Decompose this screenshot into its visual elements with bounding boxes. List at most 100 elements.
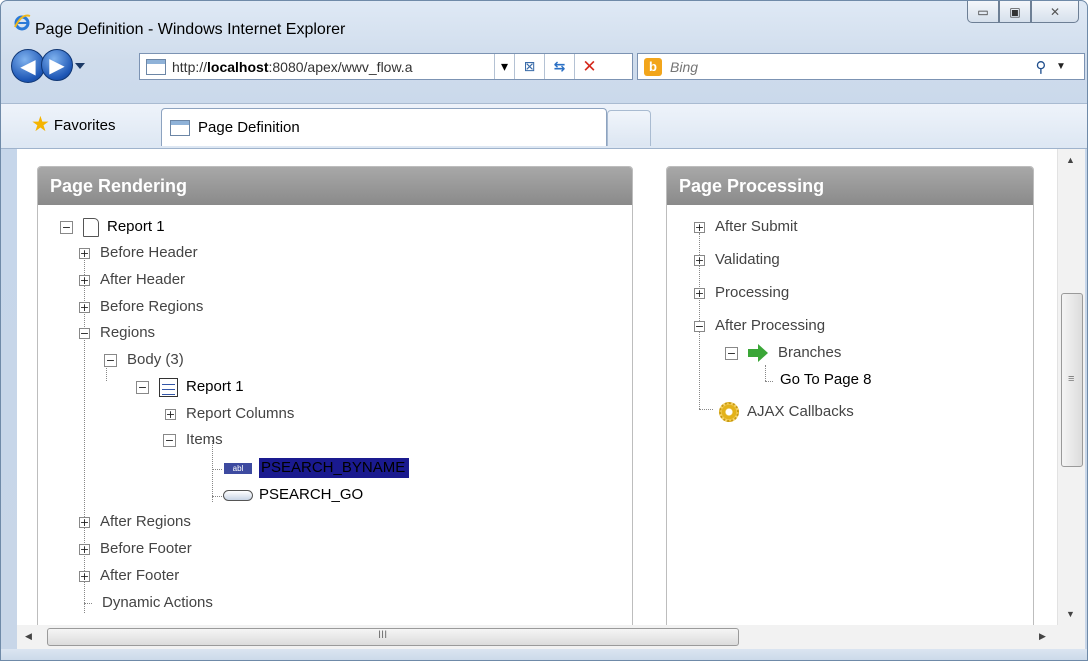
tree-node-regions[interactable]: − Regions: [79, 322, 155, 344]
tree-node-processing[interactable]: + Processing: [694, 282, 789, 304]
compatibility-view-icon[interactable]: ⊠: [514, 54, 544, 79]
tree-node-after-header[interactable]: + After Header: [79, 269, 185, 291]
collapse-icon[interactable]: −: [163, 433, 176, 447]
refresh-icon[interactable]: ⇆: [544, 54, 574, 79]
scroll-down-icon[interactable]: ▼: [1066, 609, 1075, 619]
collapse-icon[interactable]: −: [136, 380, 149, 394]
text-field-icon: abl: [223, 461, 253, 475]
tree-node-after-regions[interactable]: + After Regions: [79, 511, 191, 533]
tree-connector: [765, 381, 773, 382]
expand-icon[interactable]: +: [694, 254, 705, 266]
expand-icon[interactable]: +: [79, 570, 90, 582]
scroll-left-icon[interactable]: ◀: [25, 631, 32, 642]
favorites-label: Favorites: [53, 116, 116, 134]
new-tab-button[interactable]: [607, 110, 651, 146]
expand-icon[interactable]: +: [79, 274, 90, 286]
collapse-icon[interactable]: −: [725, 346, 738, 360]
forward-arrow-icon: ▶: [49, 54, 65, 77]
expand-icon[interactable]: +: [694, 221, 705, 233]
expand-icon[interactable]: +: [165, 408, 176, 420]
horizontal-scrollbar[interactable]: ◀ III ▶: [17, 625, 1057, 649]
tree-connector: [699, 409, 713, 410]
search-icon[interactable]: ⚲: [1030, 58, 1052, 76]
tree-node-report-columns[interactable]: + Report Columns: [165, 403, 294, 425]
tree-node-ajax-callbacks[interactable]: AJAX Callbacks: [719, 401, 854, 423]
tree-node-item-psearch-go[interactable]: PSEARCH_GO: [223, 484, 363, 506]
ie-logo-icon: [14, 14, 31, 31]
grip-icon: III: [378, 629, 388, 641]
tab-label: Page Definition: [198, 119, 300, 136]
navigation-bar: ◀ ▶ http://localhost:8080/apex/wwv_flow.…: [1, 41, 1087, 93]
address-dropdown-icon[interactable]: ▾: [494, 54, 514, 79]
page-icon: [170, 119, 190, 136]
tree-node-branches[interactable]: − Branches: [725, 342, 841, 364]
back-arrow-icon: ◀: [20, 55, 36, 78]
page-rendering-title: Page Rendering: [38, 167, 632, 205]
browser-window: Page Definition - Windows Internet Explo…: [0, 0, 1088, 661]
tree-node-page-root[interactable]: − Report 1: [60, 216, 165, 238]
page-content: Page Rendering − Report 1 + Before Header …: [17, 149, 1057, 625]
report-region-icon: [159, 377, 178, 397]
tree-node-before-regions[interactable]: + Before Regions: [79, 296, 203, 318]
recent-pages-dropdown[interactable]: [75, 63, 85, 69]
favorites-button[interactable]: ★ Favorites: [31, 113, 116, 136]
collapse-icon[interactable]: −: [79, 327, 90, 339]
vertical-scrollbar[interactable]: ▲ ≡ ▼: [1057, 149, 1085, 625]
tab-page-definition[interactable]: Page Definition: [161, 108, 607, 146]
tree-node-after-processing[interactable]: − After Processing: [694, 315, 825, 337]
collapse-icon[interactable]: −: [104, 353, 117, 367]
tree-node-before-header[interactable]: + Before Header: [79, 242, 198, 264]
title-bar: Page Definition - Windows Internet Explo…: [1, 1, 1087, 41]
address-input[interactable]: http://localhost:8080/apex/wwv_flow.a: [172, 59, 494, 75]
back-button[interactable]: ◀: [11, 49, 45, 83]
collapse-icon[interactable]: −: [60, 220, 73, 234]
tree-node-after-submit[interactable]: + After Submit: [694, 216, 798, 238]
scroll-up-icon[interactable]: ▲: [1066, 155, 1075, 165]
close-button[interactable]: ✕: [1031, 1, 1079, 23]
tree-node-before-footer[interactable]: + Before Footer: [79, 538, 192, 560]
tree-node-after-footer[interactable]: + After Footer: [79, 565, 179, 587]
expand-icon[interactable]: +: [694, 287, 705, 299]
search-dropdown-icon[interactable]: ▼: [1052, 61, 1070, 72]
page-icon: [83, 217, 99, 237]
close-icon: ✕: [1049, 4, 1061, 19]
search-box[interactable]: b ⚲ ▼: [637, 53, 1085, 80]
window-title: Page Definition - Windows Internet Explo…: [35, 21, 346, 38]
vertical-scroll-thumb[interactable]: ≡: [1061, 293, 1083, 467]
tree-connector: [84, 603, 92, 604]
page-processing-title: Page Processing: [667, 167, 1033, 205]
minimize-icon: ▭: [977, 4, 989, 19]
page-rendering-panel: Page Rendering − Report 1 + Before Header …: [37, 166, 633, 625]
horizontal-scroll-thumb[interactable]: III: [47, 628, 739, 646]
forward-button[interactable]: ▶: [41, 49, 73, 81]
branch-arrow-icon: [748, 344, 768, 362]
grip-icon: ≡: [1068, 373, 1075, 385]
button-item-icon: [223, 489, 253, 501]
expand-icon[interactable]: +: [79, 543, 90, 555]
tree-node-go-to-page-8[interactable]: Go To Page 8: [780, 369, 871, 391]
tree-connector: [765, 365, 766, 381]
minimize-button[interactable]: ▭: [967, 1, 999, 23]
expand-icon[interactable]: +: [79, 247, 90, 259]
favorites-bar: ★ Favorites Page Definition: [1, 103, 1087, 149]
scrollbar-corner: [1057, 625, 1085, 649]
tree-node-validating[interactable]: + Validating: [694, 249, 780, 271]
gear-icon: [719, 402, 739, 422]
tree-node-body[interactable]: − Body (3): [104, 349, 184, 371]
tree-node-items[interactable]: − Items: [163, 429, 223, 451]
tree-node-report[interactable]: − Report 1: [136, 376, 244, 398]
caption-buttons: ▭ ▣ ✕: [967, 1, 1079, 23]
maximize-button[interactable]: ▣: [999, 1, 1031, 23]
address-bar[interactable]: http://localhost:8080/apex/wwv_flow.a ▾ …: [139, 53, 633, 80]
search-input[interactable]: [670, 58, 1030, 75]
scroll-right-icon[interactable]: ▶: [1039, 631, 1046, 642]
window-bottom-frame: [1, 649, 1087, 660]
tree-node-item-psearch-byname[interactable]: abl PSEARCH_BYNAME: [223, 457, 410, 479]
expand-icon[interactable]: +: [79, 301, 90, 313]
favorites-star-icon: ★: [31, 113, 50, 136]
page-processing-panel: Page Processing + After Submit + Validatin…: [666, 166, 1034, 625]
collapse-icon[interactable]: −: [694, 320, 705, 332]
expand-icon[interactable]: +: [79, 516, 90, 528]
stop-icon[interactable]: ✕: [574, 54, 604, 79]
tree-node-dynamic-actions[interactable]: Dynamic Actions: [102, 592, 213, 614]
